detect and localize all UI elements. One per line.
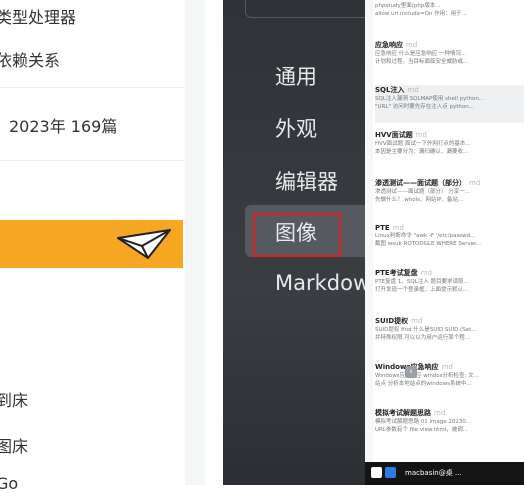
menu-item-editor[interactable]: 编辑器: [275, 166, 338, 196]
list-item-title: PTE考试复盘: [375, 269, 418, 277]
menu-item-general[interactable]: 通用: [275, 61, 317, 91]
file-type-tag: md: [415, 131, 427, 139]
divider: [0, 87, 185, 88]
file-type-tag: md: [434, 409, 446, 417]
menu-item-appearance[interactable]: 外观: [275, 113, 317, 143]
collapse-arrow-icon[interactable]: ‹: [405, 366, 417, 378]
file-type-tag: md: [469, 179, 481, 187]
list-item-snippet: 计划和过程。当目标面临安全威胁或...: [375, 59, 469, 65]
file-type-tag: md: [441, 363, 453, 371]
category-link-dependencies[interactable]: 依赖关系: [0, 47, 60, 71]
list-item-snippet: "URL" 访问时要先存在注入点 python...: [375, 104, 474, 110]
list-item-title: 模拟考试解题思路: [375, 409, 431, 417]
list-item-snippet: Linux判断命令 "awk -F '/etc/passwd...: [375, 233, 476, 239]
list-item[interactable]: PTE考试复盘 md PTE复盘 1、SQL注入 题目要求读取... 打开发现一个…: [375, 268, 524, 294]
list-item-snippet: Windows应急响应 windos分析检查: 文...: [375, 373, 479, 379]
list-item[interactable]: SQL注入 md SQL注入漏洞 SQLMAP使用 shell python...…: [375, 85, 524, 123]
list-item[interactable]: Windows应急响应md Windows应急响应 windos分析检查: 文.…: [375, 362, 524, 388]
list-item-snippet: URL参数有个 file view.html，被调...: [375, 427, 468, 433]
list-item[interactable]: PTE md Linux判断命令 "awk -F '/etc/passwd... …: [375, 224, 524, 248]
list-item[interactable]: 应急响应 md 应急响应 什么是应急响应 一种情况... 计划和过程。当目标面临安…: [375, 40, 524, 66]
taskbar: macbasin@桌 ...: [365, 462, 524, 485]
search-box[interactable]: [245, 0, 365, 18]
list-item-snippet: 本因是主要分为：漏扫确认、漏要收...: [375, 149, 469, 155]
list-item-title: SQL注入: [375, 86, 405, 94]
list-item-snippet: SUID提权 find 什么是SUID SUID (Set...: [375, 327, 477, 333]
list-item-snippet: 渗透测试——面试题（部分） 分享一...: [375, 189, 470, 195]
list-item-title: 渗透测试——面试题（部分）: [375, 179, 466, 187]
list-item-snippet: allow url include=On 作用：用于...: [375, 11, 467, 17]
list-item-title: 应急响应: [375, 41, 403, 49]
list-item-snippet: 站点 分析本地站点的windows系统中...: [375, 381, 472, 387]
highlight-annotation-box: [253, 213, 341, 257]
file-type-tag: md: [392, 224, 404, 232]
list-item[interactable]: phpstudy里面(php版本... allow url include=On…: [375, 2, 524, 18]
list-item[interactable]: HVV面试题 md HVV面试题 面试一下外网打点的基本... 本因是主要分为：漏…: [375, 130, 524, 156]
list-item-snippet: SQL注入漏洞 SQLMAP使用 shell python...: [375, 96, 485, 102]
file-list: phpstudy里面(php版本... allow url include=On…: [373, 0, 524, 485]
list-item-snippet: 截图 wsuk ROTOOGLE WHERE Server...: [375, 241, 482, 247]
paper-plane-icon: [117, 229, 171, 259]
tag-link-go[interactable]: Go: [0, 474, 18, 493]
file-type-tag: md: [420, 269, 432, 277]
list-item[interactable]: 渗透测试——面试题（部分） md 渗透测试——面试题（部分） 分享一... 先做什…: [375, 178, 524, 204]
profile-card: 类型处理器 依赖关系 2023年 169篇 到床 图床 Go: [0, 0, 185, 493]
category-link-type-handler[interactable]: 类型处理器: [0, 4, 76, 28]
file-type-tag: md: [411, 317, 423, 325]
list-item-title: HVV面试题: [375, 131, 413, 139]
left-page-background: 类型处理器 依赖关系 2023年 169篇 到床 图床 Go: [0, 0, 205, 493]
list-item-snippet: phpstudy里面(php版本...: [375, 3, 441, 9]
tag-link-imagebed[interactable]: 到床: [0, 387, 28, 411]
divider: [0, 160, 185, 161]
list-item-snippet: PTE复盘 1、SQL注入 题目要求读取...: [375, 279, 469, 285]
list-item-snippet: 应急响应 什么是应急响应 一种情况...: [375, 51, 467, 57]
menu-item-markdown[interactable]: Markdown: [275, 271, 365, 295]
tag-link-imagebed-2[interactable]: 图床: [0, 433, 28, 457]
file-type-tag: md: [407, 86, 419, 94]
list-item-snippet: 打开发现一个登录框，上面提示默认...: [375, 287, 469, 293]
list-item-title: PTE: [375, 224, 390, 232]
browser-icon[interactable]: [385, 467, 396, 478]
file-list-pane: phpstudy里面(php版本... allow url include=On…: [365, 0, 524, 485]
list-item-snippet: 先做什么？ whois、网站IP、备站...: [375, 197, 464, 203]
list-item-snippet: 模拟考试解题思路 01 image 20230...: [375, 419, 472, 425]
list-item-title: SUID提权: [375, 317, 409, 325]
taskbar-label[interactable]: macbasin@桌 ...: [405, 468, 462, 478]
list-item[interactable]: 模拟考试解题思路 md 模拟考试解题思路 01 image 20230... UR…: [375, 408, 524, 434]
file-type-tag: md: [406, 41, 418, 49]
app-icon[interactable]: [371, 467, 382, 478]
archive-stats[interactable]: 2023年 169篇: [9, 113, 117, 137]
list-item-snippet: 并特殊权限,可以以为用户运行某个程...: [375, 335, 470, 341]
settings-sidebar: 通用 外观 编辑器 图像 Markdown: [223, 0, 365, 485]
list-item-snippet: HVV面试题 面试一下外网打点的基本...: [375, 141, 471, 147]
list-item[interactable]: SUID提权 md SUID提权 find 什么是SUID SUID (Set..…: [375, 316, 524, 342]
